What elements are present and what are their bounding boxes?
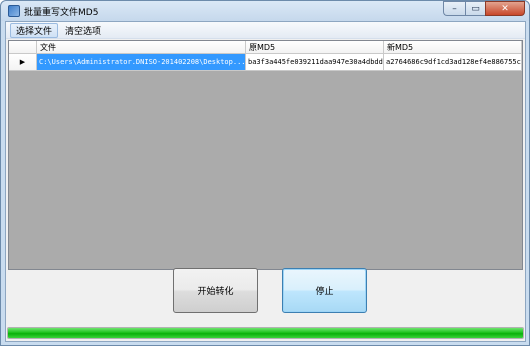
window-title: 批量重写文件MD5 — [24, 8, 99, 18]
minimize-icon: – — [452, 3, 457, 14]
caption-buttons: – ▭ ✕ — [443, 1, 525, 16]
column-header-file[interactable]: 文件 — [37, 41, 246, 54]
table-row[interactable]: ▶ C:\Users\Administrator.DNISO-201402208… — [9, 54, 522, 71]
close-button[interactable]: ✕ — [485, 1, 525, 16]
minimize-button[interactable]: – — [443, 1, 465, 16]
stop-label: 停止 — [315, 287, 334, 297]
progress-bar — [7, 327, 524, 339]
menu-select-files[interactable]: 选择文件 — [10, 22, 59, 38]
maximize-button[interactable]: ▭ — [465, 1, 485, 16]
stop-button[interactable]: 停止 — [282, 268, 367, 313]
close-icon: ✕ — [501, 3, 509, 14]
row-indicator-icon[interactable]: ▶ — [9, 54, 37, 71]
column-header-old-md5[interactable]: 原MD5 — [246, 41, 384, 54]
column-header-new-md5[interactable]: 新MD5 — [384, 41, 522, 54]
grid-header: 文件 原MD5 新MD5 — [9, 41, 522, 54]
menu-bar: 选择文件 清空选项 — [6, 22, 525, 39]
grid-corner-header — [9, 41, 37, 54]
client-area: 选择文件 清空选项 文件 原MD5 新MD5 ▶ C:\Users\Admini… — [5, 21, 526, 342]
cell-file[interactable]: C:\Users\Administrator.DNISO-201402208\D… — [37, 54, 246, 71]
start-convert-label: 开始转化 — [197, 287, 234, 297]
file-grid[interactable]: 文件 原MD5 新MD5 ▶ C:\Users\Administrator.DN… — [8, 40, 523, 270]
main-window: 批量重写文件MD5 – ▭ ✕ 选择文件 清空选项 文件 原MD5 新MD5 ▶… — [0, 0, 530, 346]
title-bar[interactable]: 批量重写文件MD5 – ▭ ✕ — [1, 1, 529, 21]
menu-clear-options[interactable]: 清空选项 — [60, 23, 106, 38]
maximize-icon: ▭ — [471, 3, 480, 14]
start-convert-button[interactable]: 开始转化 — [173, 268, 258, 313]
cell-old-md5[interactable]: ba3f3a445fe039211daa947e30a4dbdd — [246, 54, 384, 71]
cell-new-md5[interactable]: a2764686c9df1cd3ad128ef4e886755c — [384, 54, 522, 71]
progress-fill — [8, 328, 523, 338]
app-icon — [8, 5, 20, 17]
